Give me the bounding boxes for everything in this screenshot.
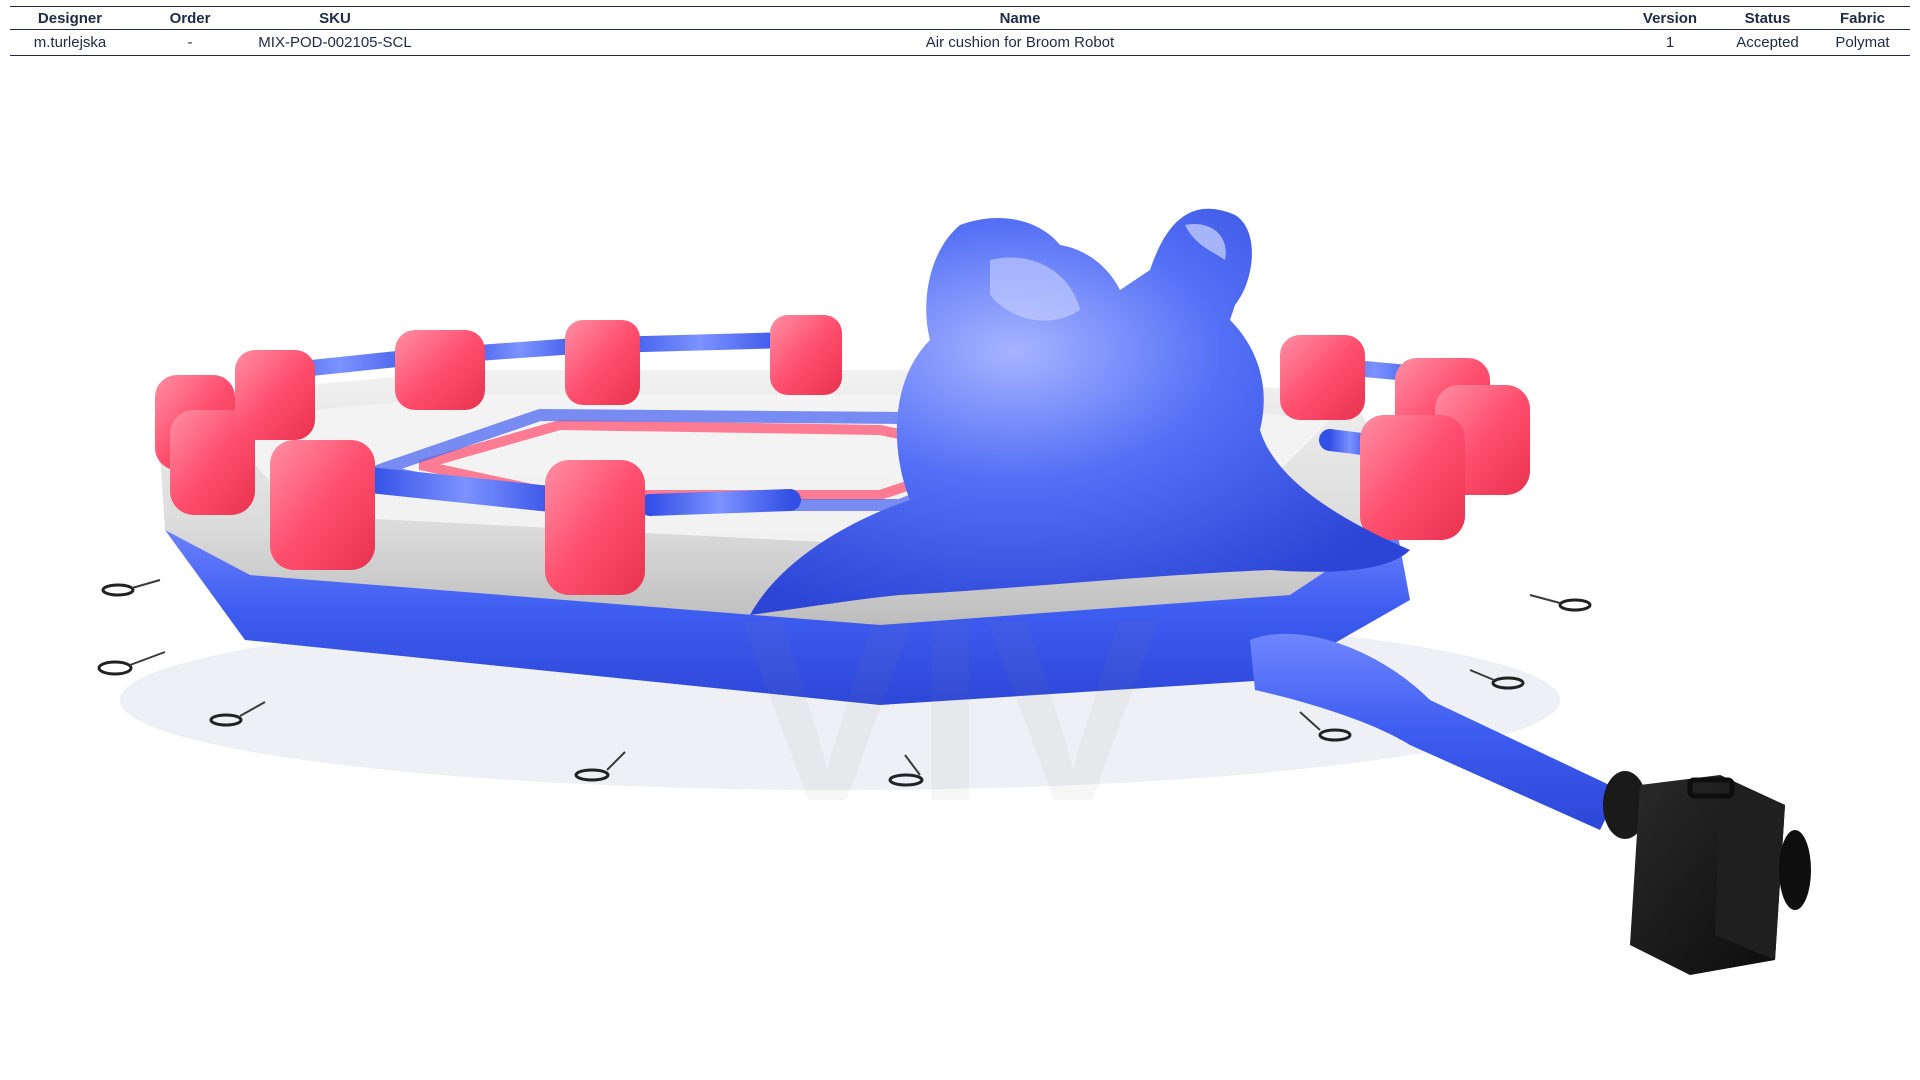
cell-designer: m.turlejska [10,29,130,56]
header-status: Status [1720,6,1815,30]
header-order: Order [130,6,250,30]
header-version: Version [1620,6,1720,30]
blower [1630,775,1811,975]
header-designer: Designer [10,6,130,30]
header-name: Name [420,6,1620,30]
table-row: m.turlejska - MIX-POD-002105-SCL Air cus… [10,29,1910,56]
cell-sku: MIX-POD-002105-SCL [250,29,420,56]
product-render: VIV [0,60,1920,1080]
cell-status: Accepted [1720,29,1815,56]
spec-table: Designer Order SKU Name Version Status F… [10,6,1910,56]
header-sku: SKU [250,6,420,30]
header-fabric: Fabric [1815,6,1910,30]
watermark: VIV [740,566,1160,856]
cell-version: 1 [1620,29,1720,56]
inflatable-illustration: VIV [97,208,1811,975]
cell-name: Air cushion for Broom Robot [420,29,1620,56]
cell-order: - [130,29,250,56]
table-header-row: Designer Order SKU Name Version Status F… [10,6,1910,30]
cell-fabric: Polymat [1815,29,1910,56]
